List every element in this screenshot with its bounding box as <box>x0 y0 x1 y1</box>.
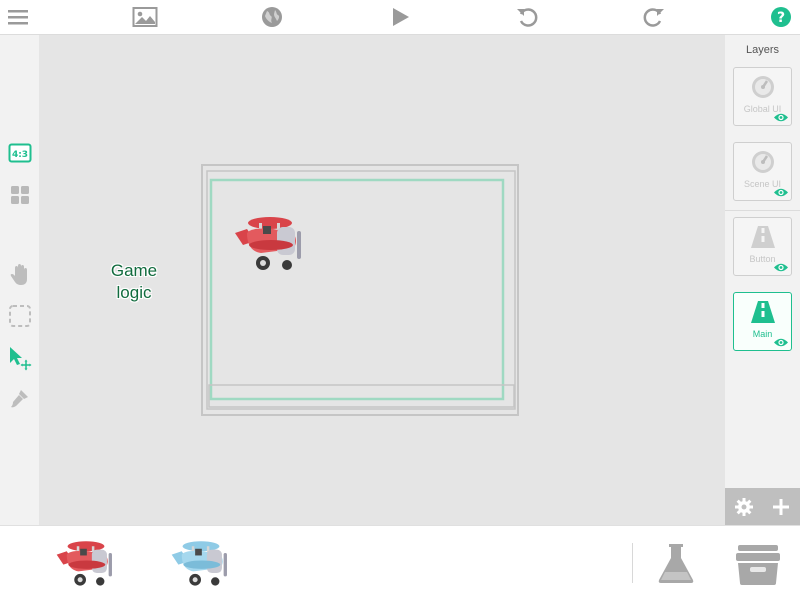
red-airplane-icon[interactable] <box>233 211 307 275</box>
layers-title: Layers <box>745 44 780 56</box>
plus-icon[interactable] <box>772 498 790 516</box>
outer-frame <box>201 164 519 416</box>
eye-icon[interactable] <box>773 337 789 348</box>
select-box-icon[interactable] <box>7 303 33 329</box>
object-bar <box>0 525 800 601</box>
hand-icon[interactable] <box>7 262 33 288</box>
game-logic-line2: logic <box>116 283 152 302</box>
flask-icon[interactable] <box>656 542 696 586</box>
svg-text:?: ? <box>777 10 785 26</box>
image-icon[interactable] <box>132 5 158 29</box>
move-arrow-icon[interactable] <box>7 345 33 371</box>
eye-icon[interactable] <box>773 112 789 123</box>
layers-panel: Layers Global UI Scene UI Button Main <box>725 35 800 525</box>
left-toolbar: 4:3 <box>0 35 39 525</box>
menu-icon[interactable] <box>5 5 31 29</box>
road-icon <box>751 226 775 248</box>
layer-global-ui[interactable]: Global UI <box>733 67 792 126</box>
gauge-icon <box>752 151 774 173</box>
eye-icon[interactable] <box>773 187 789 198</box>
brush-icon[interactable] <box>7 385 33 411</box>
bottom-separator <box>632 543 633 583</box>
blue-airplane-icon[interactable] <box>170 536 232 590</box>
undo-icon[interactable] <box>514 5 540 29</box>
game-logic-text[interactable]: Game logic <box>95 260 173 304</box>
game-logic-line1: Game <box>110 261 158 280</box>
layers-separator <box>725 210 800 211</box>
bottom-bar-frame <box>208 384 515 408</box>
aspect-ratio-icon[interactable]: 4:3 <box>7 140 33 166</box>
archive-box-icon[interactable] <box>734 543 782 587</box>
red-airplane-icon[interactable] <box>55 536 117 590</box>
top-toolbar: ? <box>0 0 800 35</box>
layer-scene-ui[interactable]: Scene UI <box>733 142 792 201</box>
gear-icon[interactable] <box>734 497 754 517</box>
grid-icon[interactable] <box>7 182 33 208</box>
redo-icon[interactable] <box>641 5 667 29</box>
eye-icon[interactable] <box>773 262 789 273</box>
aspect-ratio-label: 4:3 <box>12 150 28 160</box>
scene-canvas[interactable]: Game logic <box>39 35 725 525</box>
play-icon[interactable] <box>387 5 413 29</box>
layer-main[interactable]: Main <box>733 292 792 351</box>
gauge-icon <box>752 76 774 98</box>
inner-frame <box>206 170 516 410</box>
layers-actions-bar <box>725 488 800 525</box>
globe-icon[interactable] <box>259 5 285 29</box>
help-icon[interactable]: ? <box>768 5 794 29</box>
road-icon <box>751 301 775 323</box>
layer-button[interactable]: Button <box>733 217 792 276</box>
